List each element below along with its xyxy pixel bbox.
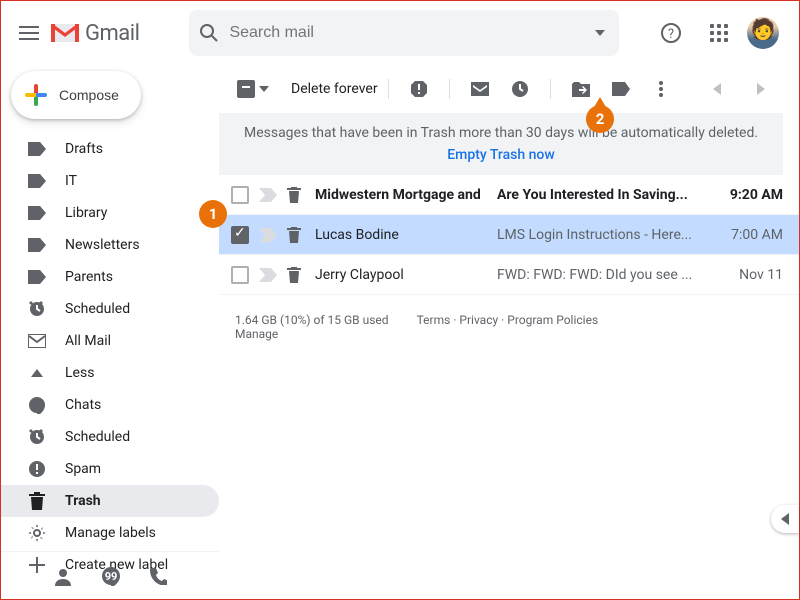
chats-icon — [27, 396, 47, 414]
label-icon — [27, 206, 47, 220]
sidebar-item-label: Library — [65, 205, 107, 221]
sidebar-item-label: Drafts — [65, 141, 103, 157]
message-row[interactable]: Lucas Bodine LMS Login Instructions - Her… — [219, 215, 799, 255]
sidebar-item-label: Newsletters — [65, 237, 140, 253]
search-bar[interactable] — [189, 10, 619, 56]
search-options-icon[interactable] — [595, 30, 605, 36]
scheduled-icon — [27, 428, 47, 446]
time: Nov 11 — [721, 267, 783, 283]
svg-text:?: ? — [668, 27, 674, 42]
privacy-link[interactable]: Privacy — [459, 313, 498, 327]
message-row[interactable]: Jerry Claypool FWD: FWD: FWD: DId you see… — [219, 255, 799, 295]
row-checkbox[interactable] — [231, 226, 249, 244]
trash-banner: Messages that have been in Trash more th… — [219, 113, 783, 175]
sidebar-item-drafts[interactable]: Drafts — [1, 133, 219, 165]
sidebar-item-all-mail[interactable]: All Mail — [1, 325, 219, 357]
hangouts-icon[interactable]: 99 — [101, 566, 121, 586]
sidebar-item-parents[interactable]: Parents — [1, 261, 219, 293]
report-spam-icon[interactable] — [399, 69, 439, 109]
label-icon — [27, 270, 47, 284]
empty-trash-link[interactable]: Empty Trash now — [231, 147, 771, 163]
compose-button[interactable]: Compose — [11, 71, 141, 119]
policies-link[interactable]: Program Policies — [507, 313, 598, 327]
spam-icon — [27, 460, 47, 478]
label-icon — [27, 142, 47, 156]
terms-link[interactable]: Terms — [417, 313, 451, 327]
banner-text: Messages that have been in Trash more th… — [244, 125, 758, 141]
sidebar-item-spam[interactable]: Spam — [1, 453, 219, 485]
subject: FWD: FWD: FWD: DId you see ... — [497, 267, 711, 283]
support-icon[interactable]: ? — [651, 13, 691, 53]
time: 9:20 AM — [721, 187, 783, 203]
select-checkbox[interactable] — [237, 80, 255, 98]
sidebar-item-trash[interactable]: Trash — [1, 485, 219, 517]
subject: LMS Login Instructions - Here... — [497, 227, 711, 243]
more-icon[interactable] — [641, 69, 681, 109]
importance-icon[interactable] — [259, 228, 277, 242]
compose-label: Compose — [59, 87, 119, 103]
sidebar-item-label: Scheduled — [65, 301, 130, 317]
gear-icon — [27, 524, 47, 542]
row-checkbox[interactable] — [231, 186, 249, 204]
subject: Are You Interested In Saving... — [497, 187, 711, 203]
sidebar-item-label: Spam — [65, 461, 101, 477]
sidebar-item-library[interactable]: Library — [1, 197, 219, 229]
search-input[interactable] — [229, 24, 609, 42]
svg-text:99: 99 — [105, 570, 118, 583]
delete-forever-button[interactable]: Delete forever — [291, 81, 378, 97]
importance-icon[interactable] — [259, 268, 277, 282]
less-icon — [27, 369, 47, 377]
sender: Lucas Bodine — [315, 227, 487, 243]
manage-storage-link[interactable]: Manage — [235, 327, 278, 341]
trash-icon — [287, 227, 305, 243]
sidebar-item-label: All Mail — [65, 333, 111, 349]
time: 7:00 AM — [721, 227, 783, 243]
sidebar-item-label: Trash — [65, 493, 101, 509]
sidebar-item-label: IT — [65, 173, 77, 189]
side-panel-toggle[interactable] — [771, 505, 799, 533]
sidebar-item-it[interactable]: IT — [1, 165, 219, 197]
sidebar-item-label: Parents — [65, 269, 113, 285]
older-icon[interactable] — [741, 69, 781, 109]
trash-icon — [27, 492, 47, 510]
trash-icon — [287, 187, 305, 203]
sidebar-item-newsletters[interactable]: Newsletters — [1, 229, 219, 261]
labels-icon[interactable] — [601, 69, 641, 109]
sidebar-item-label: Scheduled — [65, 429, 130, 445]
sender: Midwestern Mortgage and — [315, 187, 487, 203]
select-dropdown-icon[interactable] — [259, 86, 269, 92]
sidebar-item-less[interactable]: Less — [1, 357, 219, 389]
sidebar-item-manage-labels[interactable]: Manage labels — [1, 517, 219, 549]
label-icon — [27, 238, 47, 252]
product-name: Gmail — [85, 21, 139, 46]
importance-icon[interactable] — [259, 188, 277, 202]
search-icon — [199, 23, 219, 43]
sidebar-item-label: Less — [65, 365, 94, 381]
storage-text: 1.64 GB (10%) of 15 GB used — [235, 313, 389, 327]
newer-icon[interactable] — [697, 69, 737, 109]
compose-plus-icon — [25, 84, 47, 106]
sidebar-item-chats[interactable]: Chats — [1, 389, 219, 421]
sidebar-item-scheduled[interactable]: Scheduled — [1, 421, 219, 453]
message-row[interactable]: Midwestern Mortgage and Are You Intereste… — [219, 175, 799, 215]
scheduled-icon — [27, 300, 47, 318]
sidebar-item-label: Chats — [65, 397, 101, 413]
sidebar-item-scheduled[interactable]: Scheduled — [1, 293, 219, 325]
phone-icon[interactable] — [149, 567, 167, 585]
apps-icon[interactable] — [699, 13, 739, 53]
sidebar-item-label: Manage labels — [65, 525, 156, 541]
callout-2: 2 — [586, 105, 614, 133]
trash-icon — [287, 267, 305, 283]
label-icon — [27, 174, 47, 188]
row-checkbox[interactable] — [231, 266, 249, 284]
allmail-icon — [27, 334, 47, 348]
account-avatar[interactable]: 🧑 — [747, 17, 779, 49]
sender: Jerry Claypool — [315, 267, 487, 283]
callout-1: 1 — [199, 200, 227, 228]
contacts-icon[interactable] — [53, 566, 73, 586]
snooze-icon[interactable] — [500, 69, 540, 109]
gmail-logo[interactable]: Gmail — [51, 21, 139, 46]
mark-read-icon[interactable] — [460, 69, 500, 109]
main-menu-icon[interactable] — [9, 13, 49, 53]
